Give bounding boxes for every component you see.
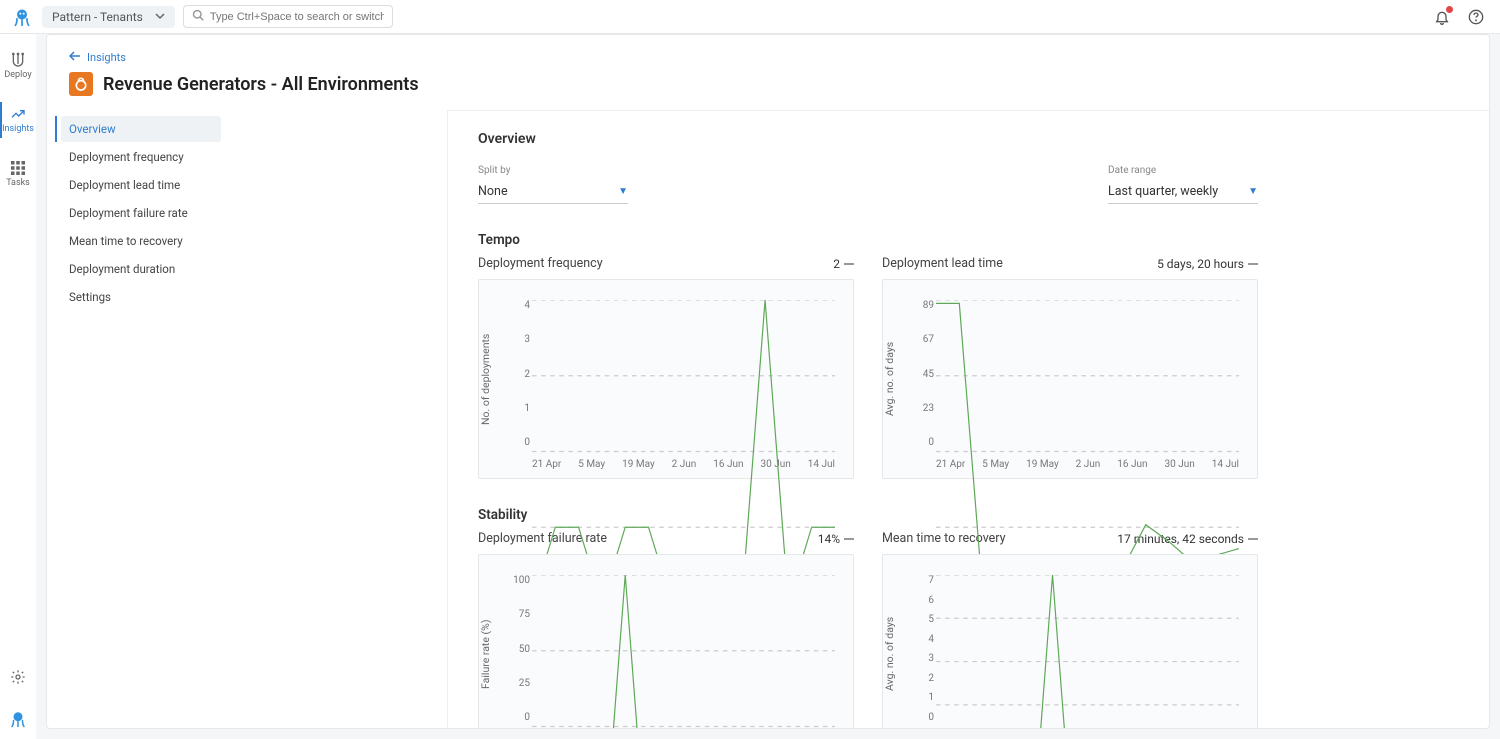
chevron-down-icon: ▼: [618, 186, 628, 197]
notifications-button[interactable]: [1432, 7, 1452, 27]
chart-plot: [936, 575, 1239, 728]
chart-headline-value: 2: [833, 257, 854, 271]
subnav-item-dur[interactable]: Deployment duration: [61, 256, 221, 282]
split-by-value: None: [478, 184, 508, 199]
y-tick: 1: [506, 403, 530, 414]
subnav-item-mttr[interactable]: Mean time to recovery: [61, 228, 221, 254]
y-tick: 89: [910, 300, 934, 311]
search-icon: [192, 9, 204, 24]
y-tick: 100: [506, 575, 530, 586]
y-tick: 6: [910, 595, 934, 606]
chart-y-axis-label: Failure rate (%): [479, 555, 498, 728]
chart-title: Deployment lead time: [882, 256, 1003, 271]
page-title: Revenue Generators - All Environments: [103, 74, 419, 95]
date-range-value: Last quarter, weekly: [1108, 184, 1218, 199]
back-link-label: Insights: [87, 51, 126, 64]
topbar: Pattern - Tenants: [0, 0, 1500, 34]
trend-flat-icon: [1248, 263, 1258, 265]
trend-flat-icon: [1248, 538, 1258, 540]
arrow-left-icon: [69, 51, 81, 64]
rail-label: Tasks: [6, 178, 30, 188]
chart-deployment_frequency: Deployment frequency 2 No. of deployments 4…: [478, 256, 854, 479]
y-tick: 0: [910, 712, 934, 723]
split-by-label: Split by: [478, 165, 628, 176]
chart-y-axis-label: Avg. no. of days: [883, 555, 902, 728]
rail-label: Insights: [2, 124, 34, 134]
y-tick: 23: [910, 403, 934, 414]
chart-headline-value: 5 days, 20 hours: [1157, 257, 1258, 271]
date-range-dropdown[interactable]: Last quarter, weekly ▼: [1108, 180, 1258, 204]
help-button[interactable]: [1466, 7, 1486, 27]
subnav-item-freq[interactable]: Deployment frequency: [61, 144, 221, 170]
rail-tasks[interactable]: Tasks: [0, 156, 36, 192]
tempo-group-title: Tempo: [478, 232, 1258, 248]
y-tick: 5: [910, 614, 934, 625]
y-tick: 1: [910, 692, 934, 703]
y-tick: 45: [910, 369, 934, 380]
rail-insights[interactable]: Insights: [0, 102, 36, 138]
space-name: Pattern - Tenants: [52, 10, 143, 24]
trend-flat-icon: [844, 538, 854, 540]
y-tick: 2: [506, 369, 530, 380]
y-tick: 50: [506, 644, 530, 655]
global-search[interactable]: [183, 5, 393, 28]
y-tick: 0: [910, 437, 934, 448]
insights-icon: [10, 106, 26, 122]
rail-deploy[interactable]: Deploy: [0, 48, 36, 84]
product-logo: [10, 5, 34, 29]
trend-flat-icon: [844, 263, 854, 265]
subnav-item-overview[interactable]: Overview: [61, 116, 221, 142]
report-icon: [69, 72, 93, 96]
split-by-dropdown[interactable]: None ▼: [478, 180, 628, 204]
back-to-insights-link[interactable]: Insights: [69, 51, 1467, 64]
y-tick: 0: [506, 712, 530, 723]
chart-mean_time_to_recovery: Mean time to recovery17 minutes, 42 seco…: [882, 531, 1258, 728]
user-avatar[interactable]: [8, 709, 28, 729]
chart-plot: [532, 575, 835, 728]
chevron-down-icon: [155, 10, 165, 24]
y-tick: 3: [506, 334, 530, 345]
chart-title: Deployment frequency: [478, 256, 603, 271]
chart-y-axis-label: No. of deployments: [479, 280, 498, 478]
y-tick: 4: [506, 300, 530, 311]
chart-deployment_lead_time: Deployment lead time 5 days, 20 hours Avg.…: [882, 256, 1258, 479]
overview-title: Overview: [478, 131, 1258, 147]
chart-deployment_failure_rate: Deployment failure rate14%Failure rate (…: [478, 531, 854, 728]
y-tick: 4: [910, 634, 934, 645]
y-tick: 3: [910, 653, 934, 664]
chart-y-axis-label: Avg. no. of days: [883, 280, 902, 478]
tasks-icon: [10, 160, 26, 176]
date-range-label: Date range: [1108, 165, 1258, 176]
subnav: OverviewDeployment frequencyDeployment l…: [47, 110, 447, 728]
space-switcher[interactable]: Pattern - Tenants: [42, 6, 175, 28]
subnav-item-settings[interactable]: Settings: [61, 284, 221, 310]
subnav-item-lead[interactable]: Deployment lead time: [61, 172, 221, 198]
y-tick: 2: [910, 673, 934, 684]
search-input[interactable]: [210, 11, 384, 23]
y-tick: 25: [506, 678, 530, 689]
rail-label: Deploy: [4, 70, 31, 80]
y-tick: 67: [910, 334, 934, 345]
left-rail: Deploy Insights Tasks: [0, 34, 36, 739]
y-tick: 7: [910, 575, 934, 586]
y-tick: 0: [506, 437, 530, 448]
deploy-icon: [10, 52, 26, 68]
chevron-down-icon: ▼: [1248, 186, 1258, 197]
y-tick: 75: [506, 609, 530, 620]
subnav-item-fail[interactable]: Deployment failure rate: [61, 200, 221, 226]
settings-button[interactable]: [8, 667, 28, 687]
